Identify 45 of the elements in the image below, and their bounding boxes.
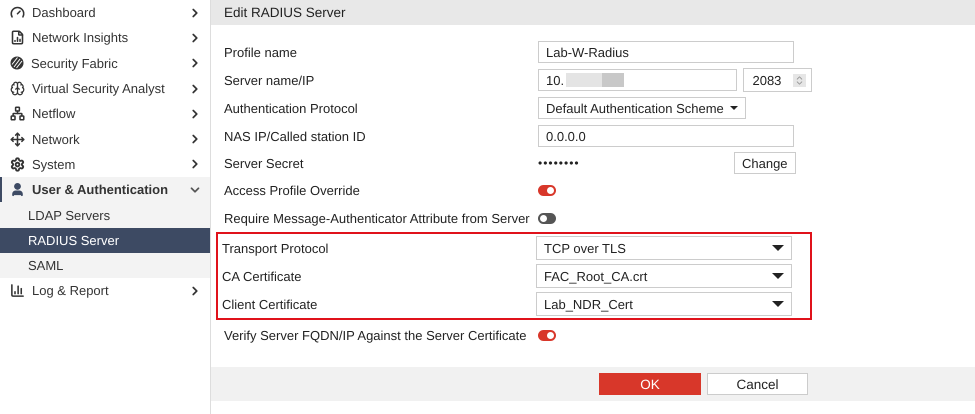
sidebar-item[interactable]: User & Authentication [0, 177, 210, 202]
field-label: Profile name [224, 44, 298, 60]
ok-button[interactable]: OK [599, 373, 701, 395]
field-label: Verify Server FQDN/IP Against the Server Certificate [224, 328, 528, 342]
field-label: Require Message-Authenticator Attribute from Server [224, 210, 531, 226]
text-field[interactable]: Lab-W-Radius [538, 41, 794, 63]
sidebar-subitem[interactable]: RADIUS Server [0, 228, 210, 253]
field-label: Authentication Protocol [224, 100, 359, 116]
redaction-blur [566, 73, 624, 87]
toggle-switch[interactable] [538, 184, 556, 196]
field-label: Access Profile Override [224, 182, 361, 198]
dropdown-button[interactable]: Default Authentication Scheme [538, 97, 746, 119]
field-label: Server Secret [224, 156, 304, 170]
caret-icon [772, 273, 784, 279]
document-chart-icon [10, 30, 25, 46]
field-label: Transport Protocol [222, 240, 330, 256]
brain-icon [10, 81, 25, 96]
caret-icon [730, 105, 738, 111]
toggle-switch[interactable] [538, 212, 556, 224]
text-field[interactable]: 10. [538, 69, 738, 91]
cancel-button[interactable]: Cancel [707, 373, 808, 395]
port-field[interactable]: 2083 [743, 68, 812, 92]
bar-chart-icon [10, 283, 25, 298]
select-field[interactable]: TCP over TLS [536, 236, 792, 260]
caret-icon [772, 301, 784, 307]
masked-secret: •••••••• [538, 156, 581, 170]
text-field[interactable]: 0.0.0.0 [538, 125, 794, 147]
four-arrows-icon [10, 132, 25, 147]
field-label: Client Certificate [222, 296, 318, 312]
user-icon [10, 182, 25, 198]
panel-title: Edit RADIUS Server [211, 0, 975, 25]
settings-icon [10, 156, 25, 172]
sidebar-subitem[interactable]: SAML [0, 252, 210, 278]
field-label: NAS IP/Called station ID [224, 128, 367, 144]
striped-circle-icon [10, 56, 24, 70]
select-field[interactable]: FAC_Root_CA.crt [536, 264, 792, 288]
network-icon [10, 106, 25, 122]
select-field[interactable]: Lab_NDR_Cert [536, 292, 792, 316]
caret-icon [772, 245, 784, 251]
field-label: Server name/IP [224, 72, 316, 88]
toggle-switch[interactable] [538, 330, 556, 340]
change-button[interactable]: Change [734, 152, 796, 174]
gauge-icon [10, 5, 25, 20]
sidebar-subitem[interactable]: LDAP Servers [0, 202, 210, 228]
field-label: CA Certificate [222, 268, 302, 284]
